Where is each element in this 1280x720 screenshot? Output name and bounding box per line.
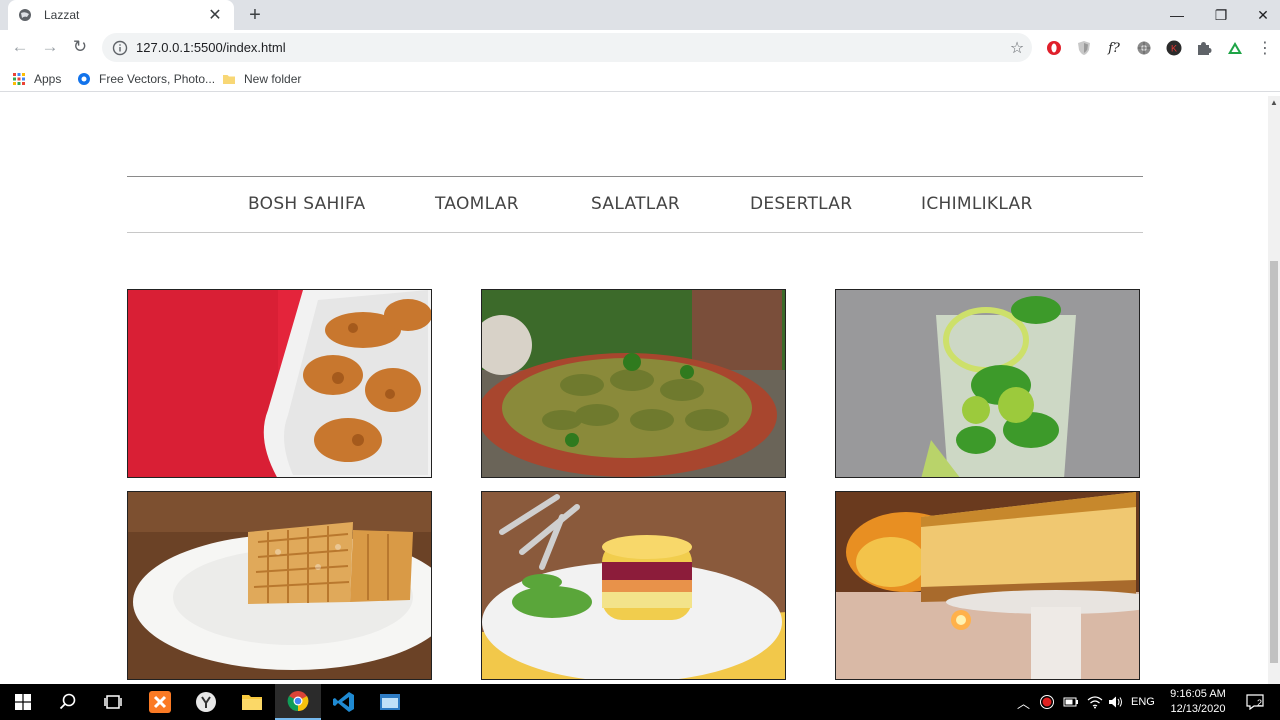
waffles-image[interactable] bbox=[127, 491, 432, 680]
tray-expand-icon[interactable]: ︿ bbox=[1017, 684, 1030, 720]
cheesecake-image[interactable] bbox=[835, 491, 1140, 680]
page-viewport: BOSH SAHIFA TAOMLAR SALATLAR DESERTLAR I… bbox=[0, 96, 1268, 684]
page-scrollbar[interactable]: ▲ bbox=[1268, 96, 1280, 684]
triangle-icon[interactable] bbox=[1225, 38, 1245, 58]
restore-button[interactable]: ❐ bbox=[1199, 0, 1243, 30]
bookmark-apps[interactable]: Apps bbox=[12, 70, 61, 88]
layered-salad-image[interactable] bbox=[481, 491, 786, 680]
info-icon[interactable] bbox=[112, 40, 128, 56]
reload-icon[interactable]: ↻ bbox=[68, 35, 92, 59]
desktop-app-icon[interactable] bbox=[367, 684, 413, 720]
notification-count: 2 bbox=[1257, 698, 1263, 708]
browser-toolbar: ← → ↻ 127.0.0.1:5500/index.html ☆ f? K ⋮ bbox=[0, 30, 1280, 65]
shield-icon[interactable] bbox=[1074, 38, 1094, 58]
tab-strip: Lazzat ✕ + — ❐ ✕ bbox=[0, 0, 1280, 30]
nav-taomlar[interactable]: TAOMLAR bbox=[435, 194, 519, 214]
font-finder-icon[interactable]: f? bbox=[1104, 38, 1124, 58]
vscode-icon[interactable] bbox=[321, 684, 367, 720]
nav-ichimliklar[interactable]: ICHIMLIKLAR bbox=[921, 194, 1033, 214]
bookmark-star-icon[interactable]: ☆ bbox=[1002, 38, 1032, 58]
nav-bosh-sahifa[interactable]: BOSH SAHIFA bbox=[248, 194, 365, 214]
bookmark-label: Apps bbox=[34, 72, 62, 86]
clock-time: 9:16:05 AM bbox=[1170, 688, 1226, 700]
opera-icon[interactable] bbox=[1044, 38, 1064, 58]
system-clock[interactable]: 9:16:05 AM 12/13/2020 bbox=[1162, 687, 1234, 717]
tab-close-icon[interactable]: ✕ bbox=[206, 5, 224, 25]
folder-icon bbox=[222, 72, 236, 86]
apps-grid-icon bbox=[12, 72, 26, 86]
scrollbar-thumb[interactable] bbox=[1270, 261, 1278, 663]
clock-date: 12/13/2020 bbox=[1170, 703, 1226, 715]
language-indicator[interactable]: ENG bbox=[1131, 684, 1155, 720]
chrome-icon[interactable] bbox=[275, 684, 321, 720]
browser-tab[interactable]: Lazzat ✕ bbox=[8, 0, 234, 30]
svg-text:K: K bbox=[1171, 44, 1177, 54]
globe-ext-icon[interactable] bbox=[1134, 38, 1154, 58]
bookmark-label: New folder bbox=[244, 72, 302, 86]
search-icon[interactable] bbox=[45, 684, 91, 720]
site-navigation: BOSH SAHIFA TAOMLAR SALATLAR DESERTLAR I… bbox=[127, 176, 1143, 233]
url-text: 127.0.0.1:5500/index.html bbox=[136, 40, 286, 55]
menu-icon[interactable]: ⋮ bbox=[1255, 38, 1275, 58]
dolma-image[interactable] bbox=[481, 289, 786, 478]
task-view-icon[interactable] bbox=[90, 684, 136, 720]
wifi-icon[interactable] bbox=[1087, 684, 1103, 720]
minimize-button[interactable]: — bbox=[1155, 0, 1199, 30]
nav-desertlar[interactable]: DESERTLAR bbox=[750, 194, 852, 214]
bookmark-new-folder[interactable]: New folder bbox=[222, 70, 301, 88]
windows-start-icon[interactable] bbox=[0, 684, 46, 720]
notification-center-icon[interactable]: 2 bbox=[1246, 684, 1264, 720]
mojito-image[interactable] bbox=[835, 289, 1140, 478]
freepik-icon bbox=[77, 72, 91, 86]
puzzle-icon[interactable] bbox=[1194, 38, 1214, 58]
new-tab-button[interactable]: + bbox=[245, 4, 265, 26]
volume-icon[interactable] bbox=[1108, 684, 1124, 720]
record-icon[interactable] bbox=[1040, 684, 1054, 720]
tab-title: Lazzat bbox=[44, 8, 80, 22]
bookmark-label: Free Vectors, Photo... bbox=[99, 72, 216, 86]
bookmarks-bar: Apps Free Vectors, Photo... New folder bbox=[0, 65, 1280, 92]
nav-salatlar[interactable]: SALATLAR bbox=[591, 194, 680, 214]
windows-taskbar: ︿ ENG 9:16:05 AM 12/13/2020 2 bbox=[0, 684, 1280, 720]
yandex-browser-icon[interactable] bbox=[183, 684, 229, 720]
battery-icon[interactable] bbox=[1063, 684, 1079, 720]
back-arrow-icon[interactable]: ← bbox=[8, 35, 32, 59]
k-avatar-icon[interactable]: K bbox=[1164, 38, 1184, 58]
close-window-button[interactable]: ✕ bbox=[1241, 0, 1280, 30]
file-explorer-icon[interactable] bbox=[229, 684, 275, 720]
fried-chicken-image[interactable] bbox=[127, 289, 432, 478]
scroll-up-arrow-icon[interactable]: ▲ bbox=[1268, 98, 1280, 110]
xampp-icon[interactable] bbox=[137, 684, 183, 720]
forward-arrow-icon[interactable]: → bbox=[38, 35, 62, 59]
bookmark-freepik[interactable]: Free Vectors, Photo... bbox=[77, 70, 215, 88]
globe-icon bbox=[18, 8, 32, 22]
address-bar[interactable]: 127.0.0.1:5500/index.html ☆ bbox=[102, 33, 1032, 62]
